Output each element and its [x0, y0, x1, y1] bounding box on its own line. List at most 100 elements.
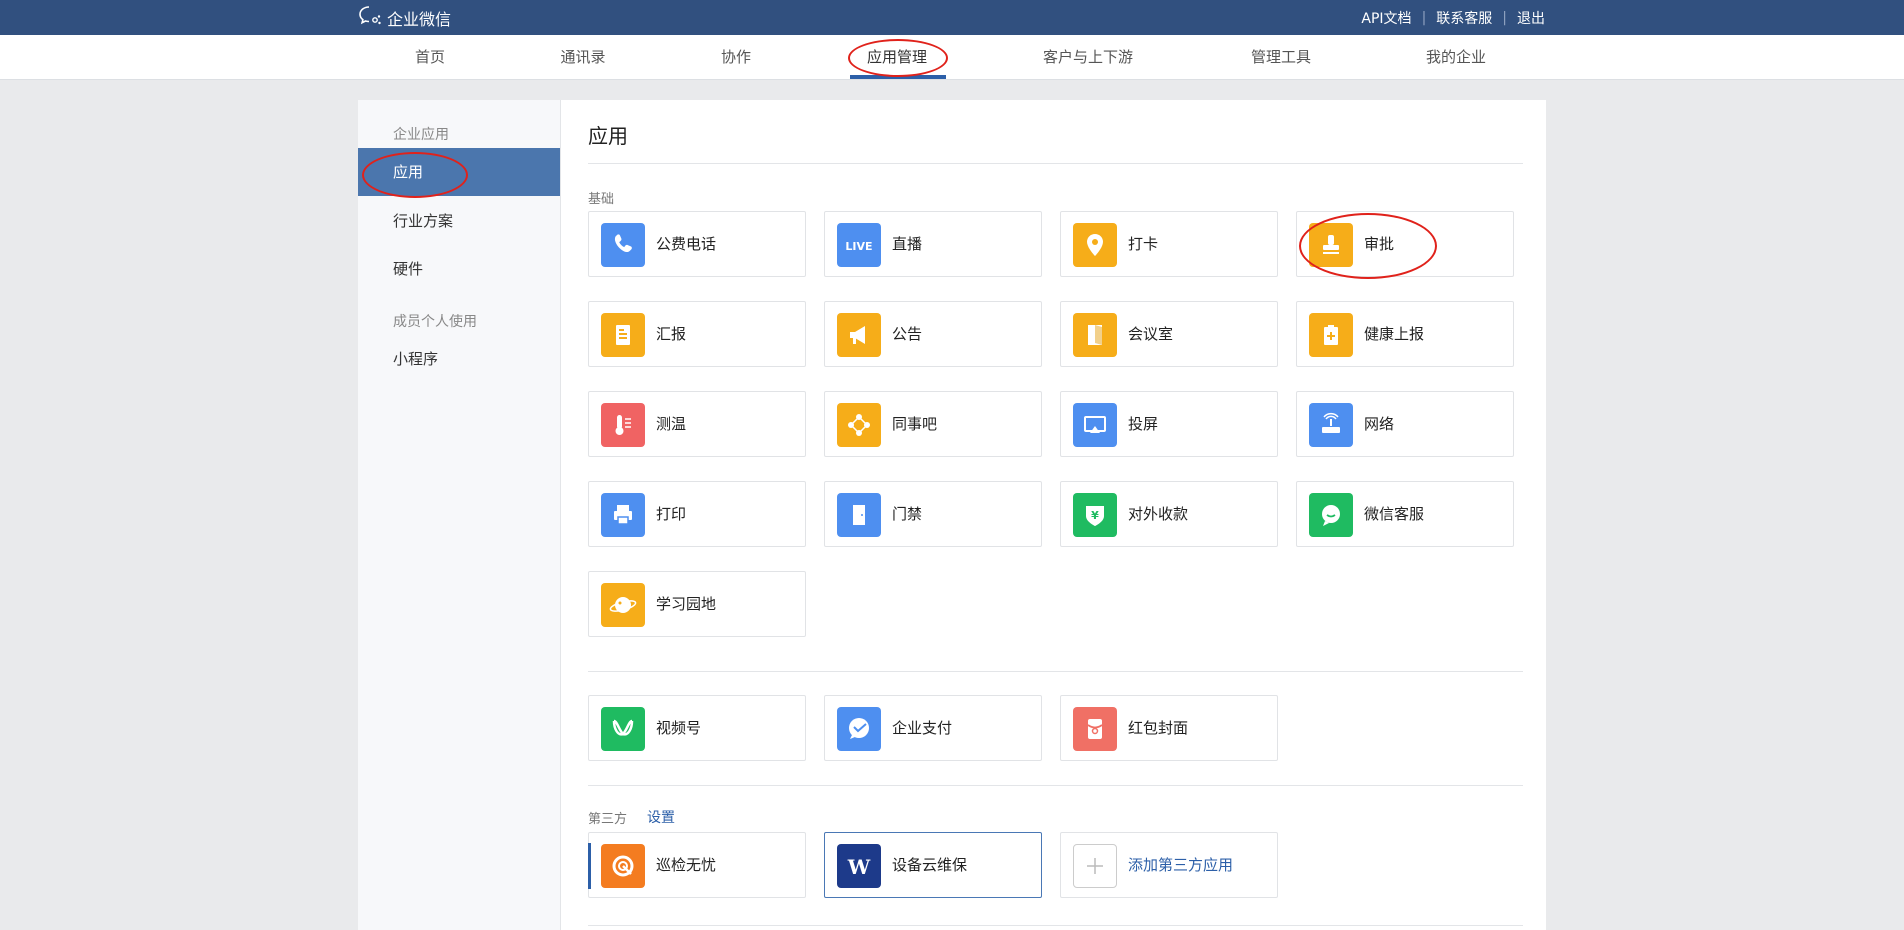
app-card-door-access[interactable]: 门禁 [824, 481, 1042, 547]
app-label: 直播 [892, 235, 923, 253]
app-card-yuan-shield[interactable]: ¥ 对外收款 [1060, 481, 1278, 547]
nav-my-company[interactable]: 我的企业 [1426, 35, 1486, 79]
contact-support-link[interactable]: 联系客服 [1436, 8, 1492, 28]
app-card-thermometer[interactable]: 测温 [588, 391, 806, 457]
plus-icon [1073, 844, 1117, 888]
inspection-icon [601, 844, 645, 888]
nav-home[interactable]: 首页 [415, 35, 445, 79]
nav-contacts[interactable]: 通讯录 [560, 35, 605, 79]
content-panel: 企业应用 应用 行业方案 硬件 成员个人使用 小程序 应用 基础 公费电话 LIV… [358, 100, 1546, 930]
app-card-stamp[interactable]: 审批 [1296, 211, 1514, 277]
nav-collaboration[interactable]: 协作 [721, 35, 751, 79]
app-card-wechat-pay[interactable]: 企业支付 [824, 695, 1042, 761]
app-label: 审批 [1364, 235, 1395, 253]
chat-bubble-icon [1309, 493, 1353, 537]
app-card-plus[interactable]: 添加第三方应用 [1060, 832, 1278, 898]
section-third-party-label: 第三方 [588, 812, 628, 827]
app-label: 公告 [892, 325, 923, 343]
third-party-settings-link[interactable]: 设置 [647, 807, 675, 827]
w-logo-icon: W [837, 844, 881, 888]
main-nav: 首页 通讯录 协作 应用管理 客户与上下游 管理工具 我的企业 [0, 35, 1904, 80]
brand-logo[interactable]: 企业微信 [358, 5, 452, 31]
app-card-red-packet[interactable]: 红包封面 [1060, 695, 1278, 761]
sidebar-group-enterprise: 企业应用 [393, 127, 449, 143]
app-label: 网络 [1364, 415, 1395, 433]
app-label: 打卡 [1128, 235, 1159, 253]
sidebar-item-apps[interactable]: 应用 [358, 148, 560, 196]
door-access-icon [837, 493, 881, 537]
nav-customers[interactable]: 客户与上下游 [1043, 35, 1133, 79]
svg-text:¥: ¥ [1091, 509, 1099, 522]
printer-icon [601, 493, 645, 537]
sidebar-item-industry[interactable]: 行业方案 [358, 197, 560, 245]
planet-icon [601, 583, 645, 627]
yuan-shield-icon: ¥ [1073, 493, 1117, 537]
nav-active-indicator [850, 75, 946, 79]
wechat-pay-icon [837, 707, 881, 751]
app-label: 测温 [656, 415, 687, 433]
divider [588, 671, 1523, 672]
router-icon [1309, 403, 1353, 447]
divider: | [1421, 9, 1427, 26]
network-nodes-icon [837, 403, 881, 447]
sidebar-group-personal: 成员个人使用 [393, 314, 477, 330]
top-links: API文档 | 联系客服 | 退出 [1361, 0, 1545, 35]
thermometer-icon [601, 403, 645, 447]
red-packet-icon [1073, 707, 1117, 751]
sidebar-item-hardware[interactable]: 硬件 [358, 245, 560, 293]
divider [588, 925, 1523, 926]
app-card-network-nodes[interactable]: 同事吧 [824, 391, 1042, 457]
app-card-printer[interactable]: 打印 [588, 481, 806, 547]
app-card-health-clipboard[interactable]: 健康上报 [1296, 301, 1514, 367]
app-label: 对外收款 [1128, 505, 1189, 523]
app-label: 设备云维保 [892, 856, 968, 874]
app-card-channels[interactable]: 视频号 [588, 695, 806, 761]
app-card-location-pin[interactable]: 打卡 [1060, 211, 1278, 277]
wecom-logo-icon [358, 5, 382, 31]
app-card-router[interactable]: 网络 [1296, 391, 1514, 457]
app-label: 打印 [656, 505, 687, 523]
app-label: 公费电话 [656, 235, 717, 253]
app-card-phone[interactable]: 公费电话 [588, 211, 806, 277]
app-card-chat-bubble[interactable]: 微信客服 [1296, 481, 1514, 547]
megaphone-icon [837, 313, 881, 357]
app-label: 汇报 [656, 325, 687, 343]
door-icon [1073, 313, 1117, 357]
brand-name: 企业微信 [387, 9, 452, 29]
app-label: 同事吧 [892, 415, 938, 433]
svg-text:W: W [847, 855, 871, 879]
divider [588, 785, 1523, 786]
top-bar: 企业微信 API文档 | 联系客服 | 退出 [0, 0, 1904, 35]
app-label: 门禁 [892, 505, 923, 523]
app-card-planet[interactable]: 学习园地 [588, 571, 806, 637]
app-card-live[interactable]: LIVE 直播 [824, 211, 1042, 277]
health-clipboard-icon [1309, 313, 1353, 357]
app-card-door[interactable]: 会议室 [1060, 301, 1278, 367]
logout-link[interactable]: 退出 [1517, 8, 1545, 28]
app-card-screen-cast[interactable]: 投屏 [1060, 391, 1278, 457]
svg-text:LIVE: LIVE [845, 240, 872, 253]
sidebar: 企业应用 应用 行业方案 硬件 成员个人使用 小程序 [358, 100, 561, 930]
app-label: 添加第三方应用 [1128, 856, 1234, 874]
report-icon [601, 313, 645, 357]
app-label: 微信客服 [1364, 505, 1425, 523]
phone-icon [601, 223, 645, 267]
app-label: 学习园地 [656, 595, 717, 613]
app-card-w-logo[interactable]: W 设备云维保 [824, 832, 1042, 898]
app-label: 巡检无忧 [656, 856, 717, 874]
divider: | [1502, 9, 1507, 26]
nav-app-management[interactable]: 应用管理 [867, 35, 927, 79]
app-card-megaphone[interactable]: 公告 [824, 301, 1042, 367]
live-icon: LIVE [837, 223, 881, 267]
nav-admin-tools[interactable]: 管理工具 [1251, 35, 1311, 79]
location-pin-icon [1073, 223, 1117, 267]
app-label: 视频号 [656, 719, 702, 737]
section-basic-label: 基础 [588, 192, 615, 207]
app-card-inspection[interactable]: 巡检无忧 [588, 832, 806, 898]
app-label: 企业支付 [892, 719, 953, 737]
app-card-report[interactable]: 汇报 [588, 301, 806, 367]
channels-icon [601, 707, 645, 751]
sidebar-item-mini-program[interactable]: 小程序 [358, 335, 560, 383]
api-docs-link[interactable]: API文档 [1361, 8, 1411, 28]
app-label: 红包封面 [1128, 719, 1189, 737]
